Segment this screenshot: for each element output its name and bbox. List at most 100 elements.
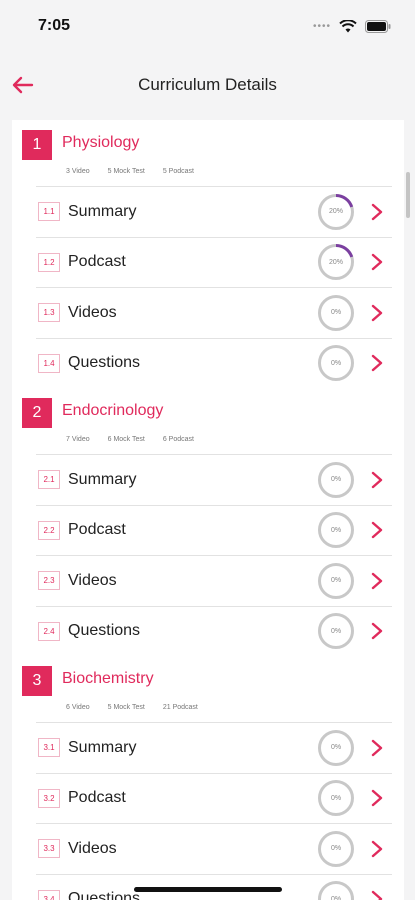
progress-text: 0% — [330, 309, 342, 317]
section-physiology: 1 Physiology 3 Video 5 Mock Test 5 Podcast 1.… — [12, 120, 404, 388]
section-meta-item: 6 Mock Test — [107, 436, 145, 443]
topic-number: 3.3 — [38, 839, 60, 859]
progress-text: 0% — [330, 359, 342, 367]
progress-ring: 20% — [316, 192, 356, 232]
section-meta-item: 5 Mock Test — [107, 168, 145, 175]
topic-label: Podcast — [68, 789, 126, 807]
topic-number: 3.1 — [38, 738, 60, 758]
topic-label: Summary — [68, 470, 137, 488]
section-number: 1 — [22, 130, 52, 160]
chevron-right-icon[interactable] — [366, 737, 388, 759]
chevron-right-icon[interactable] — [366, 352, 388, 374]
section-meta-item: 5 Mock Test — [107, 704, 145, 711]
progress-text: 0% — [330, 627, 342, 635]
chevron-right-icon[interactable] — [366, 201, 388, 223]
chevron-right-icon[interactable] — [366, 519, 388, 541]
topic-number: 3.4 — [38, 889, 60, 900]
progress-text: 0% — [330, 845, 342, 853]
topic-label: Podcast — [68, 253, 126, 271]
topic-number: 1.2 — [38, 252, 60, 272]
curriculum-card: 1 Physiology 3 Video 5 Mock Test 5 Podcast 1.… — [12, 120, 404, 900]
section-meta-item: 7 Video — [66, 436, 90, 443]
topic-number: 1.1 — [38, 202, 60, 222]
topic-number: 2.1 — [38, 470, 60, 490]
progress-text: 0% — [330, 526, 342, 534]
topic-number: 2.4 — [38, 621, 60, 641]
chevron-right-icon[interactable] — [366, 570, 388, 592]
progress-text: 20% — [328, 208, 343, 216]
topic-label: Questions — [68, 622, 141, 640]
progress-ring: 0% — [316, 829, 356, 869]
section-biochemistry: 3 Biochemistry 6 Video 5 Mock Test 21 Podcas… — [12, 656, 404, 900]
topic-row[interactable]: 2.4 Questions 0% — [36, 605, 392, 657]
progress-text: 20% — [328, 258, 343, 266]
chevron-right-icon[interactable] — [366, 469, 388, 491]
progress-ring: 0% — [316, 510, 356, 550]
topic-label: Questions — [68, 354, 141, 372]
topic-row[interactable]: 2.2 Podcast 0% — [36, 504, 392, 556]
section-endocrinology: 2 Endocrinology 7 Video 6 Mock Test 6 Podcas… — [12, 388, 404, 656]
topic-row[interactable]: 3.2 Podcast 0% — [36, 772, 392, 824]
topic-number: 2.2 — [38, 520, 60, 540]
chevron-right-icon[interactable] — [366, 787, 388, 809]
progress-text: 0% — [330, 744, 342, 752]
scrollbar[interactable] — [406, 172, 410, 218]
topic-label: Podcast — [68, 521, 126, 539]
section-number: 2 — [22, 398, 52, 428]
topic-row[interactable]: 2.1 Summary 0% — [36, 454, 392, 505]
progress-ring: 0% — [316, 293, 356, 333]
chevron-right-icon[interactable] — [366, 888, 388, 900]
topic-row[interactable]: 1.3 Videos 0% — [36, 287, 392, 338]
chevron-right-icon[interactable] — [366, 620, 388, 642]
topic-row[interactable]: 1.1 Summary 20% — [36, 186, 392, 237]
topic-row[interactable]: 3.1 Summary 0% — [36, 722, 392, 773]
progress-ring: 20% — [316, 242, 356, 282]
section-title: Biochemistry — [62, 670, 154, 687]
back-arrow-icon — [12, 76, 34, 94]
progress-ring: 0% — [316, 561, 356, 601]
section-title: Endocrinology — [62, 402, 164, 419]
app-header: Curriculum Details — [0, 56, 415, 114]
topic-row[interactable]: 3.3 Videos 0% — [36, 823, 392, 874]
battery-icon — [365, 19, 391, 33]
topic-number: 1.4 — [38, 353, 60, 373]
topic-number: 3.2 — [38, 788, 60, 808]
section-meta-item: 21 Podcast — [162, 704, 198, 711]
progress-ring: 0% — [316, 343, 356, 383]
topic-label: Videos — [68, 303, 117, 321]
topic-label: Videos — [68, 839, 117, 857]
progress-text: 0% — [330, 577, 342, 585]
wifi-icon — [339, 19, 357, 33]
topic-number: 2.3 — [38, 571, 60, 591]
home-indicator[interactable] — [134, 887, 282, 892]
chevron-right-icon[interactable] — [366, 302, 388, 324]
section-meta-item: 3 Video — [66, 168, 90, 175]
progress-text: 0% — [330, 476, 342, 484]
chevron-right-icon[interactable] — [366, 251, 388, 273]
signal-icon: •••• — [312, 20, 331, 32]
topic-row[interactable]: 1.4 Questions 0% — [36, 337, 392, 389]
curriculum-list[interactable]: 1 Physiology 3 Video 5 Mock Test 5 Podcast 1.… — [0, 120, 415, 900]
section-number: 3 — [22, 666, 52, 696]
section-meta: 7 Video 6 Mock Test 6 Podcast — [66, 436, 194, 443]
section-header: 1 Physiology 3 Video 5 Mock Test 5 Podcast — [12, 120, 404, 186]
topic-row[interactable]: 2.3 Videos 0% — [36, 555, 392, 606]
progress-text: 0% — [330, 895, 342, 900]
section-header: 2 Endocrinology 7 Video 6 Mock Test 6 Podcas… — [12, 388, 404, 454]
back-button[interactable] — [8, 70, 38, 100]
section-meta-item: 6 Podcast — [162, 436, 194, 443]
progress-ring: 0% — [316, 778, 356, 818]
progress-ring: 0% — [316, 728, 356, 768]
status-bar: 7:05 •••• — [0, 0, 415, 52]
topic-row[interactable]: 1.2 Podcast 20% — [36, 236, 392, 288]
chevron-right-icon[interactable] — [366, 838, 388, 860]
topic-label: Summary — [68, 738, 137, 756]
topic-label: Summary — [68, 202, 137, 220]
page-title: Curriculum Details — [138, 75, 277, 94]
section-meta: 6 Video 5 Mock Test 21 Podcast — [66, 704, 198, 711]
section-meta: 3 Video 5 Mock Test 5 Podcast — [66, 168, 194, 175]
status-time: 7:05 — [38, 17, 71, 34]
progress-ring: 0% — [316, 611, 356, 651]
progress-text: 0% — [330, 794, 342, 802]
status-icons: •••• — [312, 19, 391, 33]
